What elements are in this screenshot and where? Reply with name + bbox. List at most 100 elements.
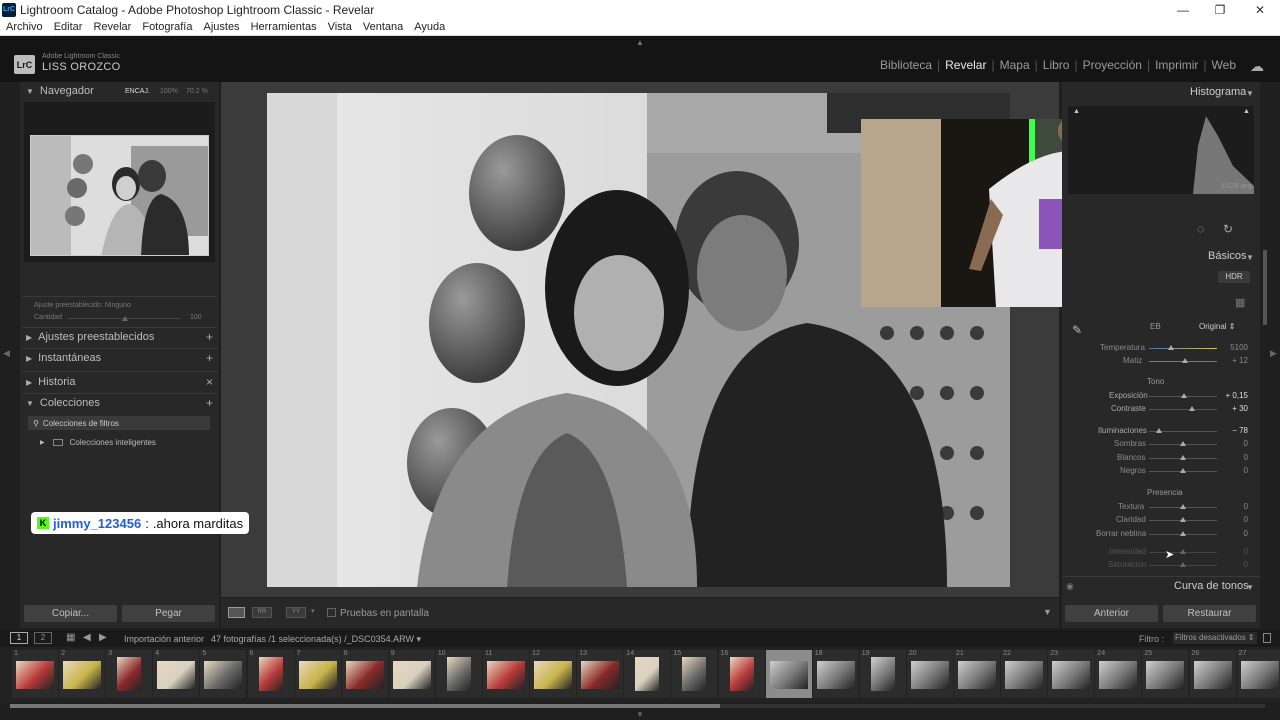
whites-value[interactable]: 0 xyxy=(1218,453,1248,462)
clarity-value[interactable]: 0 xyxy=(1218,515,1248,524)
add-preset-icon[interactable]: + xyxy=(206,330,213,344)
back-arrow-icon[interactable]: ◀ xyxy=(83,632,91,643)
filter-lock-icon[interactable] xyxy=(1263,633,1271,643)
filmstrip-info[interactable]: 47 fotografías /1 seleccionada(s) /_DSC0… xyxy=(211,634,421,645)
saturation-knob[interactable] xyxy=(1180,562,1186,567)
collections-header[interactable]: ▼ Colecciones + xyxy=(22,393,217,413)
contrast-knob[interactable] xyxy=(1189,406,1195,411)
filmstrip-thumbnail[interactable]: 20 xyxy=(906,650,953,698)
grid-view-icon[interactable]: ▦ xyxy=(1235,296,1245,309)
module-mapa[interactable]: Mapa xyxy=(1000,58,1030,72)
dehaze-knob[interactable] xyxy=(1180,531,1186,536)
clear-history-icon[interactable]: × xyxy=(206,375,213,389)
menu-ventana[interactable]: Ventana xyxy=(363,21,403,33)
tint-value[interactable]: + 12 xyxy=(1218,356,1248,365)
filmstrip-thumbnail[interactable]: 16 xyxy=(718,650,765,698)
wb-preset-dropdown[interactable]: Original ⇕ xyxy=(1199,322,1236,331)
highlights-knob[interactable] xyxy=(1156,428,1162,433)
filmstrip-thumbnail[interactable]: 8 xyxy=(341,650,388,698)
presets-header[interactable]: ▶ Ajustes preestablecidos + xyxy=(22,327,217,347)
filmstrip-scroll-thumb[interactable] xyxy=(10,704,720,708)
filmstrip-thumbnail[interactable]: 5 xyxy=(200,650,247,698)
loupe-view-icon[interactable] xyxy=(228,607,245,618)
right-panel-toggle-icon[interactable]: ▶ xyxy=(1270,348,1277,359)
highlight-clip-icon[interactable]: ▲ xyxy=(1243,108,1250,115)
top-panel-toggle-icon[interactable]: ▲ xyxy=(636,38,644,47)
filmstrip-thumbnail[interactable]: 21 xyxy=(954,650,1000,698)
filmstrip-thumbnail[interactable]: 27 xyxy=(1236,650,1280,698)
contrast-slider[interactable] xyxy=(1149,409,1217,410)
add-snapshot-icon[interactable]: + xyxy=(206,351,213,365)
menu-fotografia[interactable]: Fotografía xyxy=(142,21,192,33)
left-panel-toggle-icon[interactable]: ◀ xyxy=(3,348,10,359)
tint-knob[interactable] xyxy=(1182,358,1188,363)
shadow-clip-icon[interactable]: ▲ xyxy=(1073,108,1080,115)
filmstrip-thumbnail[interactable]: 12 xyxy=(530,650,577,698)
whites-knob[interactable] xyxy=(1180,455,1186,460)
module-biblioteca[interactable]: Biblioteca xyxy=(880,58,932,72)
grid-icon[interactable]: ▦ xyxy=(66,632,75,643)
basics-title[interactable]: Básicos xyxy=(1208,250,1247,262)
module-web[interactable]: Web xyxy=(1212,58,1236,72)
add-collection-icon[interactable]: + xyxy=(206,396,213,410)
tone-curve-title[interactable]: Curva de tonos xyxy=(1174,580,1249,592)
filmstrip-thumbnail[interactable]: 9 xyxy=(388,650,435,698)
before-after-yy-icon[interactable]: YY xyxy=(286,607,306,618)
navigator-preview-image[interactable] xyxy=(30,135,209,256)
module-imprimir[interactable]: Imprimir xyxy=(1155,58,1198,72)
window-1-button[interactable]: 1 xyxy=(10,632,28,644)
texture-value[interactable]: 0 xyxy=(1218,502,1248,511)
filmstrip-thumbnail[interactable]: 4 xyxy=(153,650,200,698)
dehaze-value[interactable]: 0 xyxy=(1218,529,1248,538)
visibility-eye-icon[interactable]: ◉ xyxy=(1066,581,1074,592)
exposure-value[interactable]: + 0,15 xyxy=(1218,391,1248,400)
collection-filter-row[interactable]: ⚲ Colecciones de filtros xyxy=(28,416,210,430)
bottom-panel-toggle-icon[interactable]: ▼ xyxy=(636,710,644,719)
navigator-zoom-100[interactable]: 100% xyxy=(160,88,178,95)
filmstrip-thumbnail[interactable]: 22 xyxy=(1001,650,1048,698)
vibrance-knob[interactable] xyxy=(1180,549,1186,554)
vibrance-value[interactable]: 0 xyxy=(1218,547,1248,556)
smart-collections-row[interactable]: ▶ Colecciones inteligentes xyxy=(40,436,156,448)
copy-settings-button[interactable]: Copiar... xyxy=(24,605,117,622)
menu-ajustes[interactable]: Ajustes xyxy=(203,21,239,33)
filmstrip-thumbnail[interactable]: 13 xyxy=(577,650,624,698)
filmstrip-thumbnail[interactable]: 3 xyxy=(106,650,153,698)
eyedropper-icon[interactable]: ✎ xyxy=(1072,323,1082,337)
shadows-knob[interactable] xyxy=(1180,441,1186,446)
blacks-value[interactable]: 0 xyxy=(1218,466,1248,475)
cloud-icon[interactable]: ☁ xyxy=(1250,58,1268,74)
previous-button[interactable]: Anterior xyxy=(1065,605,1158,622)
blacks-knob[interactable] xyxy=(1180,468,1186,473)
source-label[interactable]: Importación anterior xyxy=(124,634,204,644)
filmstrip-thumbnail[interactable]: 1 xyxy=(12,650,58,698)
filmstrip-thumbnail[interactable]: 23 xyxy=(1048,650,1095,698)
snapshots-header[interactable]: ▶ Instantáneas + xyxy=(22,348,217,368)
menu-ayuda[interactable]: Ayuda xyxy=(414,21,445,33)
saturation-value[interactable]: 0 xyxy=(1218,560,1248,569)
close-button[interactable]: ✕ xyxy=(1240,0,1280,19)
navigator-fit[interactable]: ENCAJ. xyxy=(125,88,150,95)
collapse-triangle-icon[interactable]: ▼ xyxy=(1246,89,1254,98)
navigator-header[interactable]: ▼ Navegador ENCAJ. 100% 70.2 % xyxy=(22,81,217,101)
temperature-knob[interactable] xyxy=(1168,345,1174,350)
forward-arrow-icon[interactable]: ▶ xyxy=(99,632,107,643)
module-revelar[interactable]: Revelar xyxy=(945,58,986,72)
highlights-value[interactable]: − 78 xyxy=(1218,426,1248,435)
window-2-button[interactable]: 2 xyxy=(34,632,52,644)
temperature-slider[interactable] xyxy=(1149,348,1217,349)
collapse-triangle-icon[interactable]: ▼ xyxy=(1246,253,1254,262)
right-panel-scrollbar[interactable] xyxy=(1263,250,1267,325)
paste-settings-button[interactable]: Pegar xyxy=(122,605,215,622)
filmstrip-thumbnail[interactable]: 7 xyxy=(294,650,341,698)
filmstrip-thumbnail[interactable]: 24 xyxy=(1095,650,1142,698)
reset-icon[interactable]: ↻ xyxy=(1223,222,1233,236)
minimize-button[interactable]: — xyxy=(1163,0,1203,19)
filmstrip-thumbnail[interactable]: 14 xyxy=(624,650,671,698)
filmstrip-thumbnail[interactable]: 15 xyxy=(671,650,718,698)
filmstrip-thumbnail[interactable]: 2 xyxy=(59,650,106,698)
menu-revelar[interactable]: Revelar xyxy=(93,21,131,33)
maximize-button[interactable]: ❐ xyxy=(1200,0,1240,19)
navigator-zoom-custom[interactable]: 70.2 % xyxy=(186,88,208,95)
filmstrip-thumbnail[interactable]: 19 xyxy=(859,650,906,698)
